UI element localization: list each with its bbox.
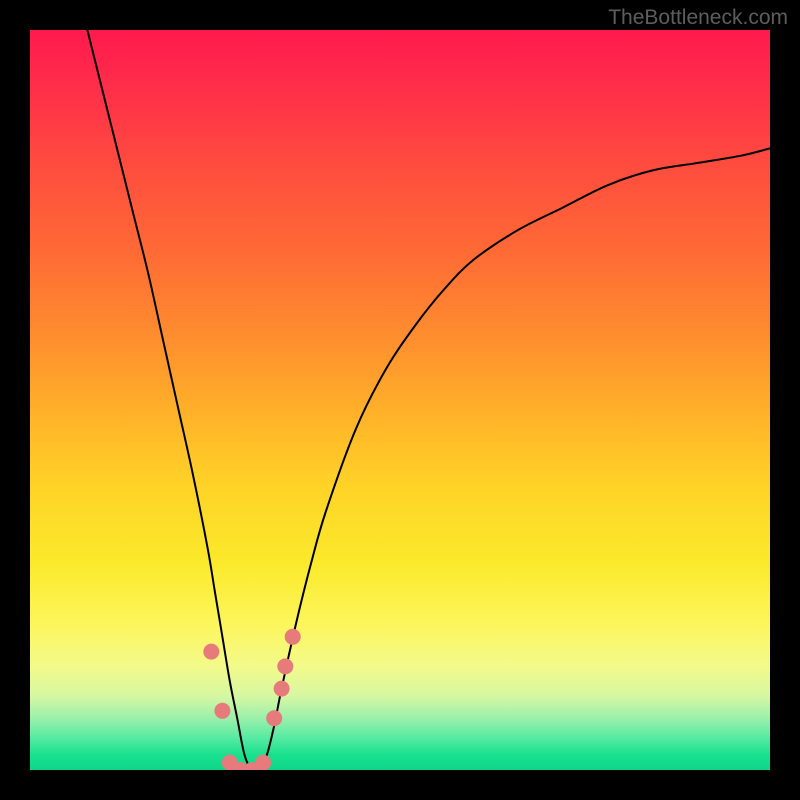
chart-frame: TheBottleneck.com xyxy=(0,0,800,800)
bottleneck-curve xyxy=(71,30,770,770)
data-marker xyxy=(203,644,219,660)
curve-svg xyxy=(30,30,770,770)
attribution-text: TheBottleneck.com xyxy=(608,6,788,30)
data-marker xyxy=(277,658,293,674)
data-marker xyxy=(214,703,230,719)
data-marker xyxy=(255,755,271,770)
plot-area xyxy=(30,30,770,770)
data-marker xyxy=(285,629,301,645)
data-marker xyxy=(274,681,290,697)
markers-group xyxy=(203,629,300,770)
data-marker xyxy=(266,710,282,726)
